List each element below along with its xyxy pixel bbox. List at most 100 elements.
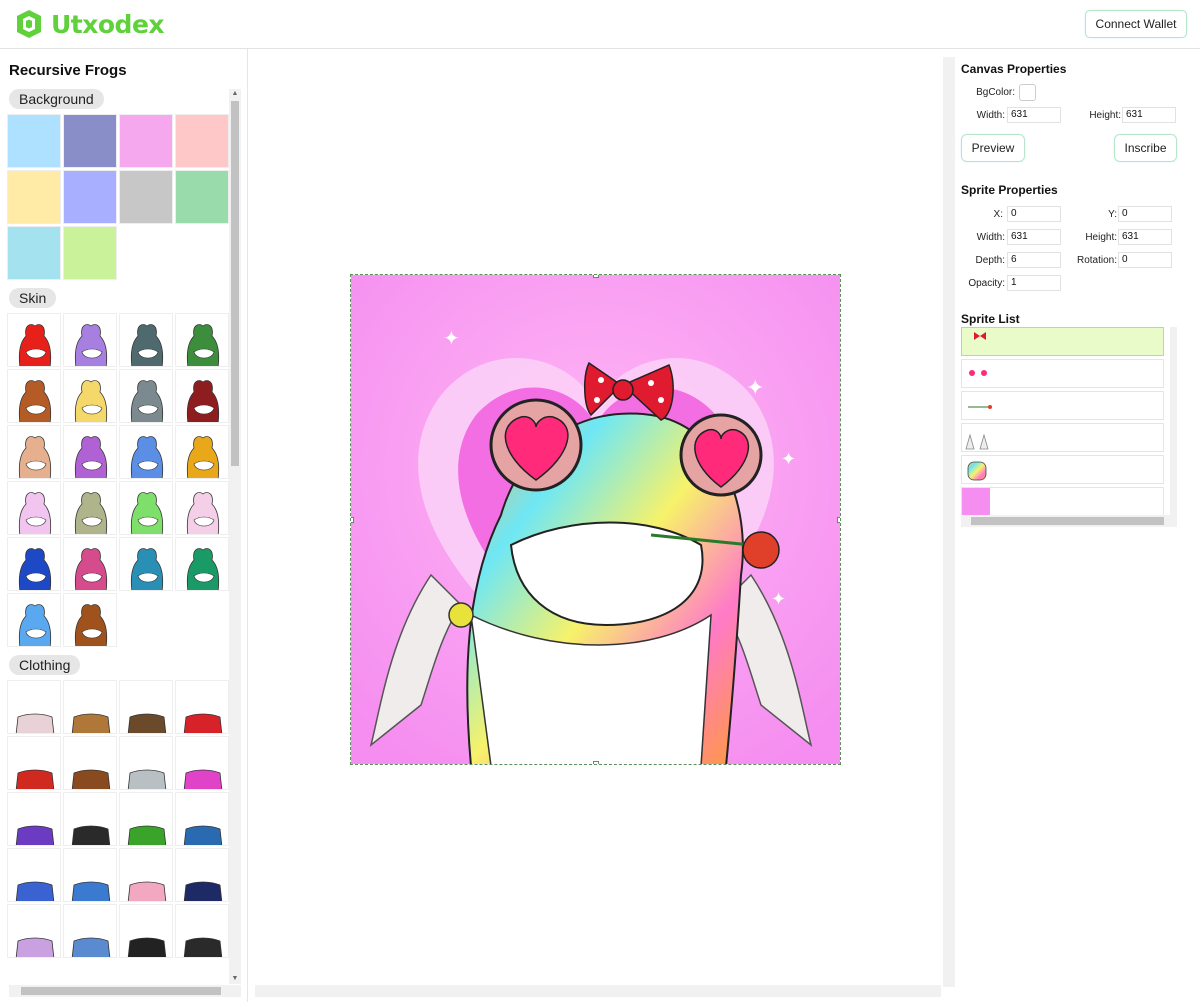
- skin-tile[interactable]: [175, 369, 229, 423]
- skin-tile[interactable]: [63, 369, 117, 423]
- skin-tile[interactable]: [63, 481, 117, 535]
- clothing-tile[interactable]: [175, 904, 229, 958]
- skin-tile[interactable]: [7, 369, 61, 423]
- frog-skin-thumb-icon: [74, 604, 108, 646]
- sprite-width-input[interactable]: 631: [1007, 229, 1061, 245]
- sprite-row-rose[interactable]: [961, 391, 1164, 420]
- skin-tile[interactable]: [119, 481, 173, 535]
- clothing-tile[interactable]: [119, 792, 173, 846]
- skin-tile[interactable]: [63, 313, 117, 367]
- library-horizontal-scrollbar[interactable]: [9, 985, 241, 997]
- skin-tile[interactable]: [7, 313, 61, 367]
- clothing-tile[interactable]: [175, 736, 229, 790]
- background-tile[interactable]: [7, 114, 61, 168]
- skin-tile[interactable]: [119, 369, 173, 423]
- clothing-thumb-icon: [183, 769, 223, 789]
- clothing-tile[interactable]: [63, 848, 117, 902]
- scroll-down-icon[interactable]: ▼: [229, 974, 241, 984]
- background-tile[interactable]: [7, 226, 61, 280]
- scrollbar-thumb[interactable]: [971, 517, 1164, 525]
- frog-thumb-icon: [967, 461, 987, 481]
- eyes-thumb-icon: [969, 370, 987, 376]
- scrollbar-thumb[interactable]: [21, 987, 221, 995]
- skin-tile[interactable]: [175, 537, 229, 591]
- frog-skin-thumb-icon: [130, 436, 164, 478]
- clothing-tile[interactable]: [175, 848, 229, 902]
- resize-handle-left[interactable]: [351, 517, 354, 523]
- canvas-width-input[interactable]: 631: [1007, 107, 1061, 123]
- background-tile[interactable]: [175, 170, 229, 224]
- background-tile[interactable]: [119, 170, 173, 224]
- sprite-row-eyes[interactable]: [961, 359, 1164, 388]
- sprite-row-wings[interactable]: [961, 423, 1164, 452]
- clothing-tile[interactable]: [63, 736, 117, 790]
- scrollbar-thumb[interactable]: [231, 101, 239, 466]
- sprite-list-horizontal-scrollbar[interactable]: [961, 515, 1177, 527]
- sprite-opacity-input[interactable]: 1: [1007, 275, 1061, 291]
- clothing-tile[interactable]: [7, 904, 61, 958]
- skin-tile[interactable]: [63, 537, 117, 591]
- skin-tile[interactable]: [7, 425, 61, 479]
- skin-tile[interactable]: [119, 537, 173, 591]
- skin-tile[interactable]: [7, 537, 61, 591]
- sprite-y-input[interactable]: 0: [1118, 206, 1172, 222]
- resize-handle-bottom[interactable]: [593, 761, 599, 764]
- section-label-background: Background: [9, 89, 104, 109]
- connect-wallet-button[interactable]: Connect Wallet: [1085, 10, 1187, 38]
- inscribe-button[interactable]: Inscribe: [1114, 134, 1177, 162]
- clothing-tile[interactable]: [63, 680, 117, 734]
- clothing-tile[interactable]: [119, 848, 173, 902]
- sprite-rotation-input[interactable]: 0: [1118, 252, 1172, 268]
- sprite-row-bow[interactable]: [961, 327, 1164, 356]
- bgcolor-swatch[interactable]: [1019, 84, 1036, 101]
- canvas-height-input[interactable]: 631: [1122, 107, 1176, 123]
- scroll-up-icon[interactable]: ▲: [229, 89, 241, 99]
- background-tile[interactable]: [7, 170, 61, 224]
- background-tile[interactable]: [175, 114, 229, 168]
- skin-tile[interactable]: [119, 425, 173, 479]
- skin-tile[interactable]: [63, 425, 117, 479]
- clothing-tile[interactable]: [119, 904, 173, 958]
- clothing-tile[interactable]: [119, 736, 173, 790]
- asset-library-scroll[interactable]: Background Skin Clothing: [7, 87, 229, 984]
- clothing-tile[interactable]: [7, 680, 61, 734]
- clothing-tile[interactable]: [7, 792, 61, 846]
- canvas-vertical-scrollbar[interactable]: [943, 57, 955, 987]
- skin-tile[interactable]: [175, 425, 229, 479]
- brand-logo[interactable]: Utxodex: [13, 8, 165, 40]
- library-vertical-scrollbar[interactable]: ▲ ▼: [229, 89, 241, 984]
- sprite-height-label: Height:: [1085, 232, 1117, 243]
- resize-handle-right[interactable]: [837, 517, 840, 523]
- skin-tile[interactable]: [175, 313, 229, 367]
- clothing-tile[interactable]: [175, 792, 229, 846]
- background-tile[interactable]: [63, 114, 117, 168]
- sprite-list-vertical-scrollbar[interactable]: [1170, 327, 1177, 515]
- resize-handle-top[interactable]: [593, 275, 599, 278]
- background-tile[interactable]: [63, 170, 117, 224]
- background-tile[interactable]: [63, 226, 117, 280]
- sprite-row-frog[interactable]: [961, 455, 1164, 484]
- clothing-thumb-icon: [15, 825, 55, 845]
- skin-tile[interactable]: [63, 593, 117, 647]
- skin-tile[interactable]: [7, 481, 61, 535]
- clothing-tile[interactable]: [7, 848, 61, 902]
- sprite-x-input[interactable]: 0: [1007, 206, 1061, 222]
- composition-canvas[interactable]: ✦ ✦ ✦ ✦: [350, 274, 841, 765]
- sprite-depth-input[interactable]: 6: [1007, 252, 1061, 268]
- sprite-height-input[interactable]: 631: [1118, 229, 1172, 245]
- clothing-tile[interactable]: [119, 680, 173, 734]
- skin-tile[interactable]: [7, 593, 61, 647]
- canvas-horizontal-scrollbar[interactable]: [255, 985, 941, 997]
- clothing-tile[interactable]: [63, 792, 117, 846]
- clothing-tile[interactable]: [175, 680, 229, 734]
- skin-tile[interactable]: [119, 313, 173, 367]
- skin-tile[interactable]: [175, 481, 229, 535]
- background-tile[interactable]: [119, 114, 173, 168]
- clothing-thumb-icon: [71, 769, 111, 789]
- sprite-row-background[interactable]: [961, 487, 1164, 516]
- clothing-tile[interactable]: [7, 736, 61, 790]
- canvas-width-label: Width:: [976, 110, 1005, 121]
- preview-button[interactable]: Preview: [961, 134, 1025, 162]
- heart-thumb-icon: [962, 488, 990, 515]
- clothing-tile[interactable]: [63, 904, 117, 958]
